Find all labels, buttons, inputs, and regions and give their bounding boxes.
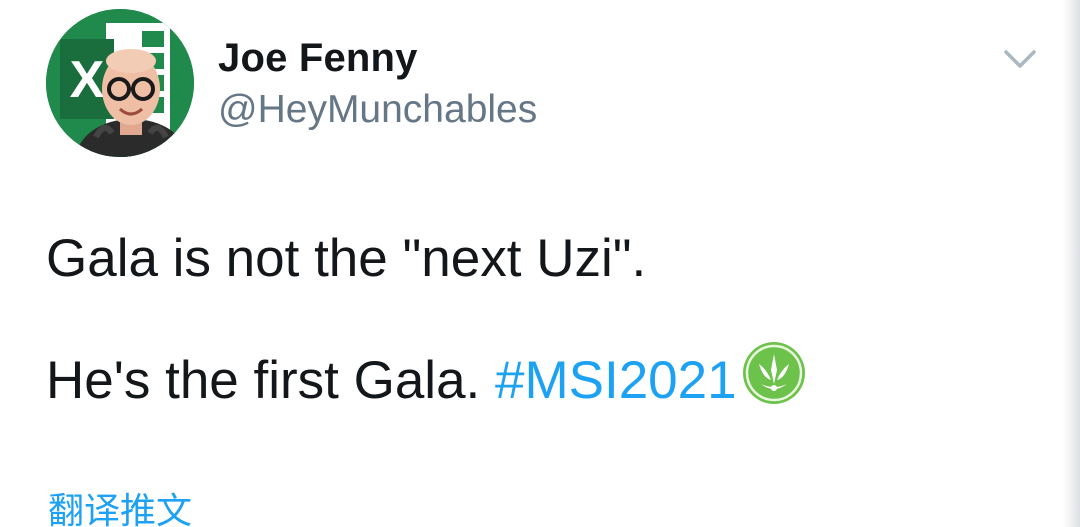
- chevron-down-icon[interactable]: [996, 42, 1044, 78]
- tweet-text: He's the first Gala.: [46, 351, 495, 410]
- author-display-name[interactable]: Joe Fenny: [218, 36, 418, 81]
- panel-edge-divider: [1062, 0, 1080, 527]
- msi-emblem-icon: [741, 340, 807, 406]
- excel-logo-portrait-icon: X: [46, 9, 194, 157]
- author-handle[interactable]: @HeyMunchables: [218, 88, 537, 132]
- tweet-text-line-2: He's the first Gala. #MSI2021: [46, 340, 807, 411]
- tweet-text-line-1: Gala is not the "next Uzi".: [46, 229, 647, 288]
- translate-tweet-link[interactable]: 翻译推文: [48, 482, 192, 527]
- hashtag-link[interactable]: #MSI2021: [495, 351, 737, 410]
- tweet-card: X Joe Fenny @HeyMunchables Gala is not t…: [0, 0, 1080, 527]
- svg-text:X: X: [70, 51, 105, 109]
- avatar[interactable]: X: [46, 9, 194, 157]
